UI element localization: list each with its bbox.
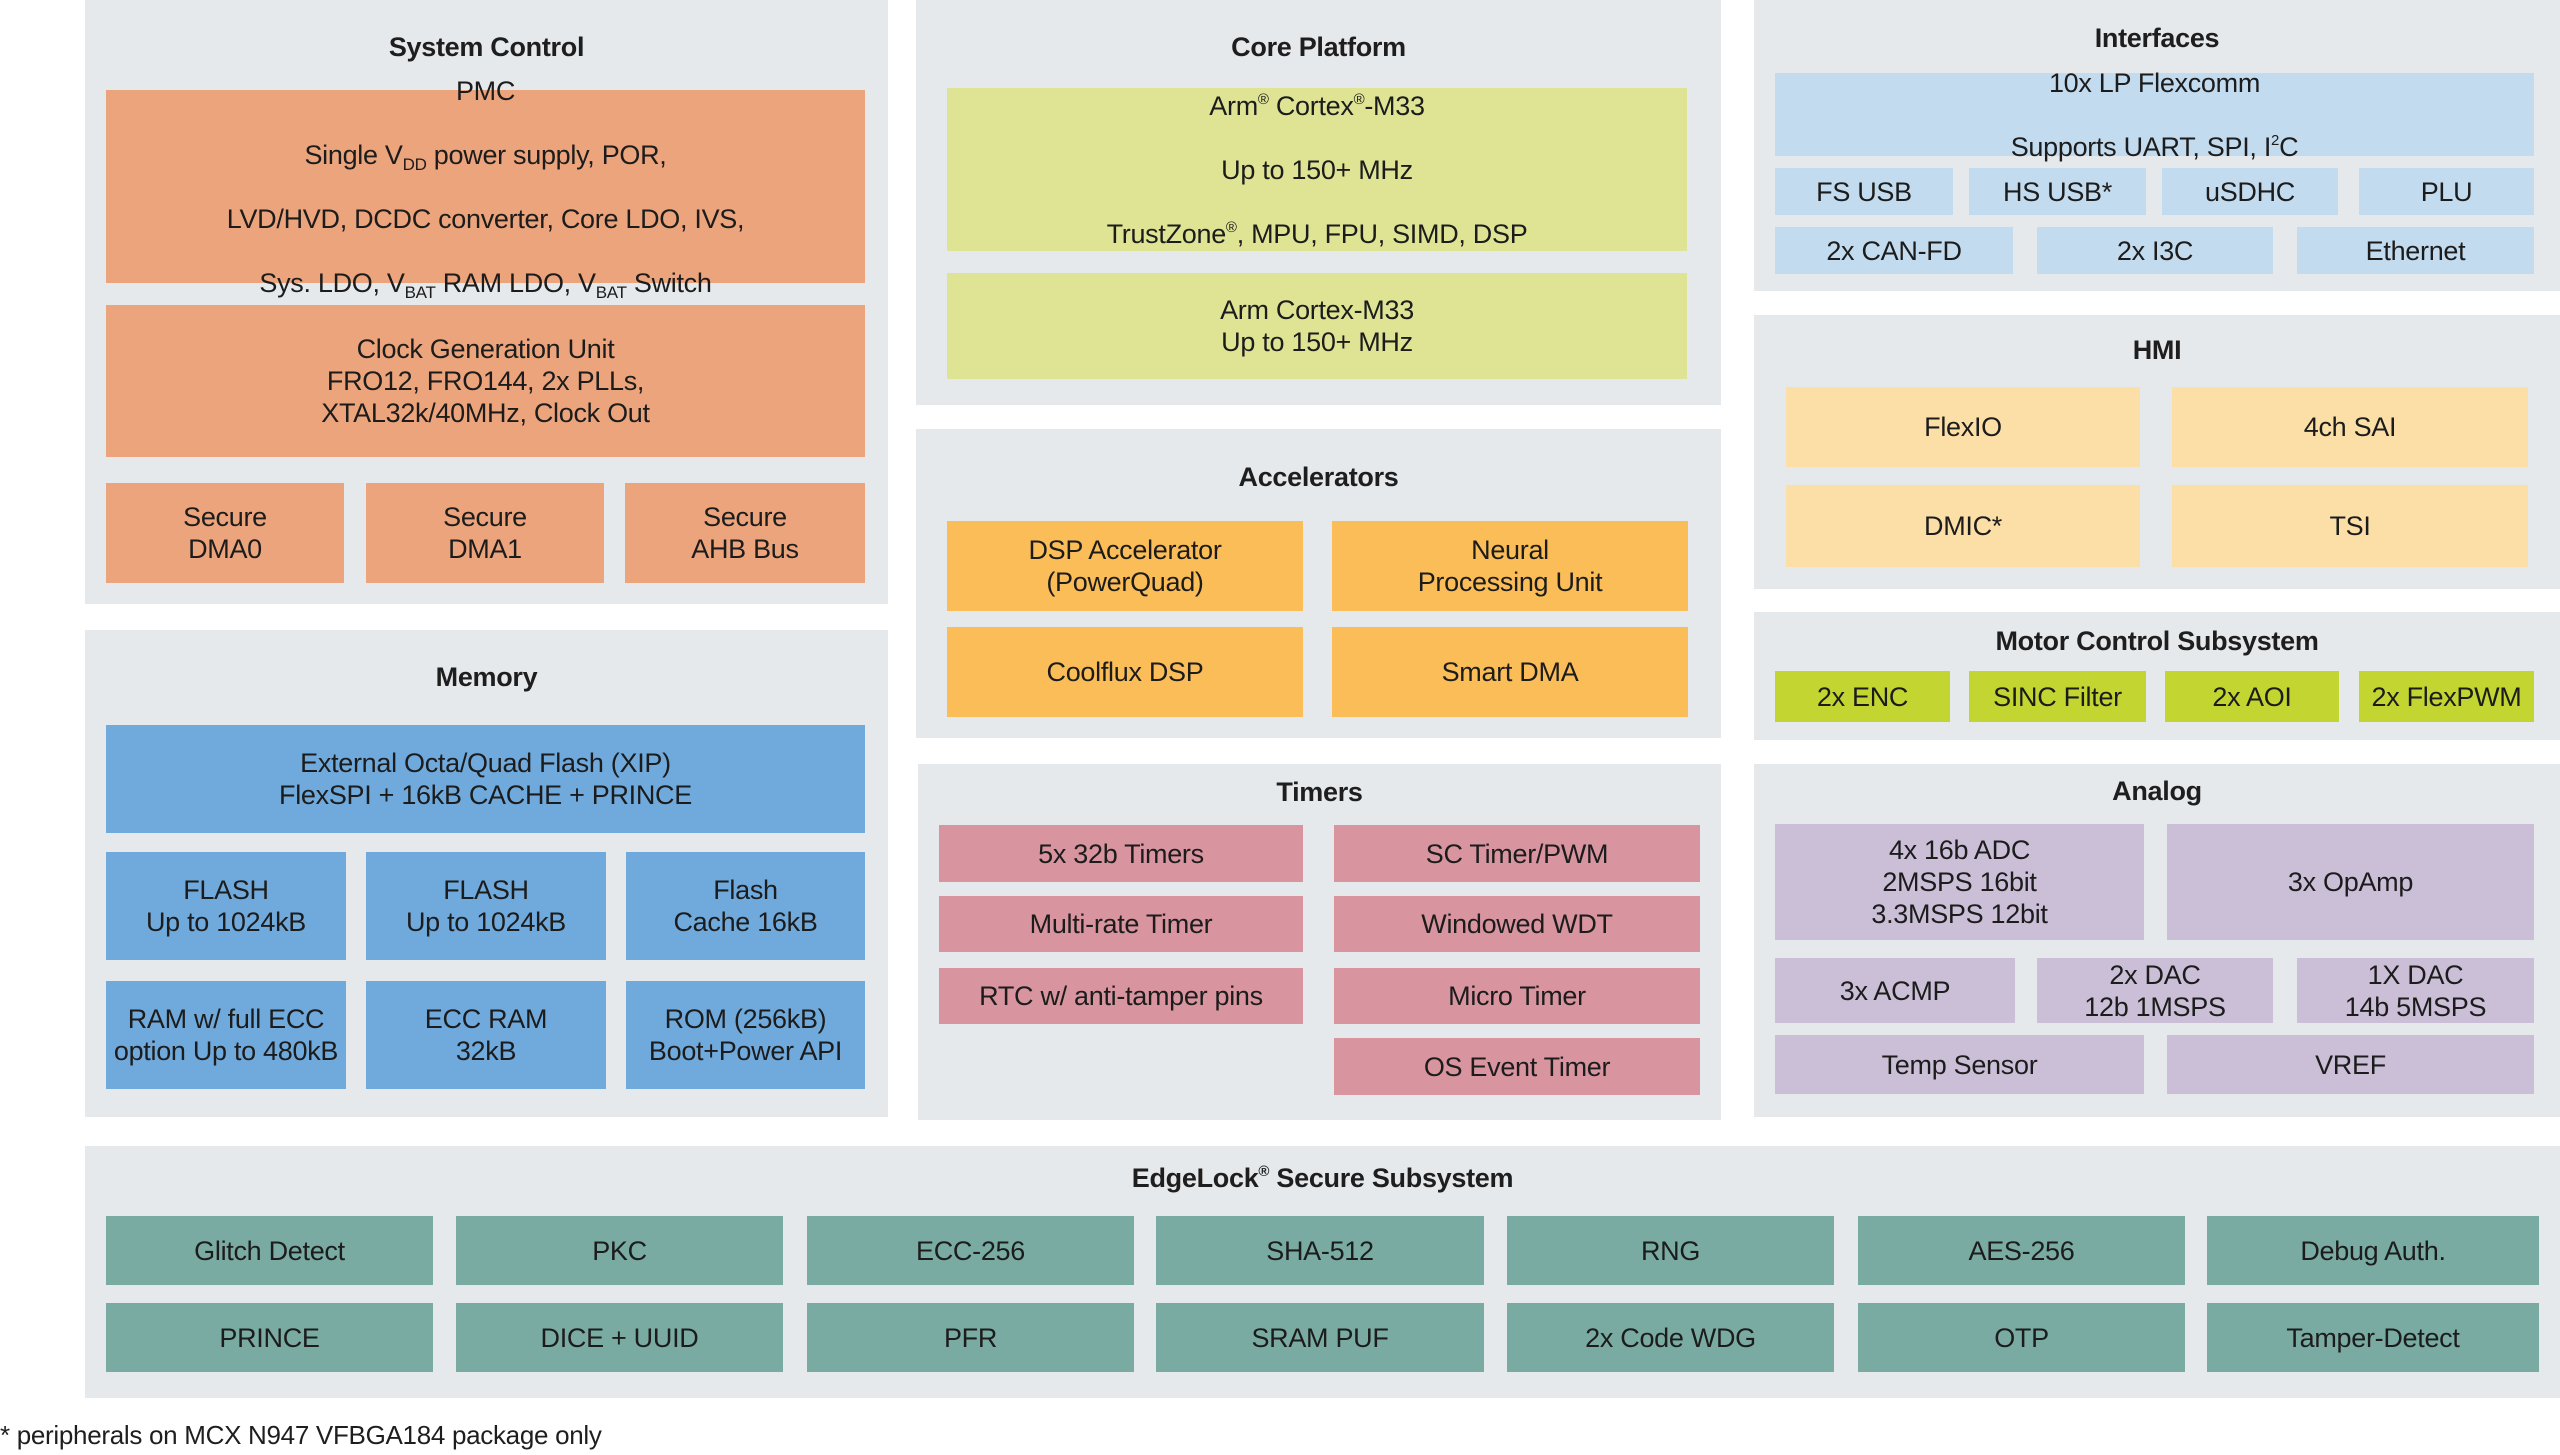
code-wdg-block: 2x Code WDG: [1507, 1303, 1834, 1372]
aes-256-block: AES-256: [1858, 1216, 2185, 1285]
flash-block-2: FLASH Up to 1024kB: [366, 852, 606, 960]
edgelock-panel: EdgeLock® Secure Subsystem Glitch Detect…: [85, 1146, 2560, 1398]
core1-line3: TrustZone®, MPU, FPU, SIMD, DSP: [1106, 218, 1528, 249]
analog-title: Analog: [2112, 776, 2202, 806]
cortex-m33-secondary-block: Arm Cortex-M33 Up to 150+ MHz: [947, 273, 1687, 379]
i3c-block: 2x I3C: [2037, 227, 2273, 274]
timer-32b-block: 5x 32b Timers: [939, 825, 1303, 882]
flexio-block: FlexIO: [1786, 387, 2140, 467]
rom-block: ROM (256kB) Boot+Power API: [626, 981, 865, 1089]
tamper-detect-block: Tamper-Detect: [2207, 1303, 2539, 1372]
pmc-block: PMC Single VDD power supply, POR, LVD/HV…: [106, 76, 865, 301]
usdhc-block: uSDHC: [2162, 168, 2338, 215]
pmc-line3: LVD/HVD, DCDC converter, Core LDO, IVS,: [226, 203, 745, 234]
ecc-ram-block: ECC RAM 32kB: [366, 981, 606, 1089]
dmic-block: DMIC*: [1786, 485, 2140, 567]
secure-dma0-block: Secure DMA0: [106, 483, 344, 583]
acmp-block: 3x ACMP: [1775, 958, 2015, 1023]
footnote: * peripherals on MCX N947 VFBGA184 packa…: [0, 1420, 602, 1450]
clock-generation-block: Clock Generation Unit FRO12, FRO144, 2x …: [106, 305, 865, 457]
adc-block: 4x 16b ADC 2MSPS 16bit 3.3MSPS 12bit: [1775, 824, 2144, 940]
memory-panel: Memory External Octa/Quad Flash (XIP) Fl…: [85, 630, 888, 1117]
aoi-block: 2x AOI: [2165, 671, 2339, 722]
opamp-block: 3x OpAmp: [2167, 824, 2534, 940]
can-fd-block: 2x CAN-FD: [1775, 227, 2013, 274]
sram-puf-block: SRAM PUF: [1156, 1303, 1484, 1372]
windowed-wdt-block: Windowed WDT: [1334, 896, 1700, 952]
secure-dma1-block: Secure DMA1: [366, 483, 604, 583]
flexcomm-line2: Supports UART, SPI, I2C: [2010, 131, 2299, 162]
core1-line1: Arm® Cortex®-M33: [1209, 90, 1425, 121]
flash-cache-block: Flash Cache 16kB: [626, 852, 865, 960]
external-flash-block: External Octa/Quad Flash (XIP) FlexSPI +…: [106, 725, 865, 833]
flexcomm-block: 10x LP Flexcomm Supports UART, SPI, I2C: [1775, 68, 2534, 162]
core1-line2: Up to 150+ MHz: [1221, 154, 1413, 185]
flexcomm-line1: 10x LP Flexcomm: [2048, 67, 2261, 98]
ethernet-block: Ethernet: [2297, 227, 2534, 274]
sc-timer-pwm-block: SC Timer/PWM: [1334, 825, 1700, 882]
pmc-line1: PMC: [455, 75, 516, 106]
secure-ahb-bus-block: Secure AHB Bus: [625, 483, 865, 583]
ecc-256-block: ECC-256: [807, 1216, 1134, 1285]
plu-block: PLU: [2359, 168, 2534, 215]
flexpwm-block: 2x FlexPWM: [2359, 671, 2534, 722]
timers-title: Timers: [1276, 777, 1363, 807]
pfr-block: PFR: [807, 1303, 1134, 1372]
temp-sensor-block: Temp Sensor: [1775, 1035, 2144, 1094]
prince-block: PRINCE: [106, 1303, 433, 1372]
enc-block: 2x ENC: [1775, 671, 1950, 722]
tsi-block: TSI: [2172, 485, 2528, 567]
rng-block: RNG: [1507, 1216, 1834, 1285]
timers-panel: Timers 5x 32b Timers Multi-rate Timer RT…: [918, 764, 1721, 1120]
analog-panel: Analog 4x 16b ADC 2MSPS 16bit 3.3MSPS 12…: [1754, 764, 2560, 1117]
interfaces-panel: Interfaces 10x LP Flexcomm Supports UART…: [1754, 0, 2560, 291]
coolflux-dsp-block: Coolflux DSP: [947, 627, 1303, 717]
os-event-timer-block: OS Event Timer: [1334, 1038, 1700, 1095]
memory-title: Memory: [435, 662, 538, 692]
dac-12b-block: 2x DAC 12b 1MSPS: [2037, 958, 2273, 1023]
dsp-accelerator-block: DSP Accelerator (PowerQuad): [947, 521, 1303, 611]
micro-timer-block: Micro Timer: [1334, 968, 1700, 1024]
sha-512-block: SHA-512: [1156, 1216, 1484, 1285]
accelerators-panel: Accelerators DSP Accelerator (PowerQuad)…: [916, 429, 1721, 738]
edgelock-title: EdgeLock® Secure Subsystem: [1131, 1163, 1514, 1193]
vref-block: VREF: [2167, 1035, 2534, 1094]
dac-14b-block: 1X DAC 14b 5MSPS: [2297, 958, 2534, 1023]
hmi-panel: HMI FlexIO 4ch SAI DMIC* TSI: [1754, 315, 2560, 589]
core-platform-panel: Core Platform Arm® Cortex®-M33 Up to 150…: [916, 0, 1721, 405]
hs-usb-block: HS USB*: [1969, 168, 2146, 215]
debug-auth-block: Debug Auth.: [2207, 1216, 2539, 1285]
flash-block-1: FLASH Up to 1024kB: [106, 852, 346, 960]
pkc-block: PKC: [456, 1216, 783, 1285]
sai-block: 4ch SAI: [2172, 387, 2528, 467]
sinc-filter-block: SINC Filter: [1969, 671, 2146, 722]
pmc-line2: Single VDD power supply, POR,: [304, 139, 667, 174]
smart-dma-block: Smart DMA: [1332, 627, 1688, 717]
fs-usb-block: FS USB: [1775, 168, 1953, 215]
cortex-m33-primary-block: Arm® Cortex®-M33 Up to 150+ MHz TrustZon…: [947, 88, 1687, 251]
motor-control-title: Motor Control Subsystem: [1995, 626, 2319, 656]
dice-uuid-block: DICE + UUID: [456, 1303, 783, 1372]
accelerators-title: Accelerators: [1238, 462, 1399, 492]
motor-control-panel: Motor Control Subsystem 2x ENC SINC Filt…: [1754, 612, 2560, 740]
hmi-title: HMI: [2132, 335, 2182, 365]
pmc-line4: Sys. LDO, VBAT RAM LDO, VBAT Switch: [259, 267, 712, 302]
rtc-block: RTC w/ anti-tamper pins: [939, 968, 1303, 1024]
otp-block: OTP: [1858, 1303, 2185, 1372]
glitch-detect-block: Glitch Detect: [106, 1216, 433, 1285]
system-control-panel: System Control PMC Single VDD power supp…: [85, 0, 888, 604]
multi-rate-timer-block: Multi-rate Timer: [939, 896, 1303, 952]
npu-block: Neural Processing Unit: [1332, 521, 1688, 611]
ram-ecc-block: RAM w/ full ECC option Up to 480kB: [106, 981, 346, 1089]
